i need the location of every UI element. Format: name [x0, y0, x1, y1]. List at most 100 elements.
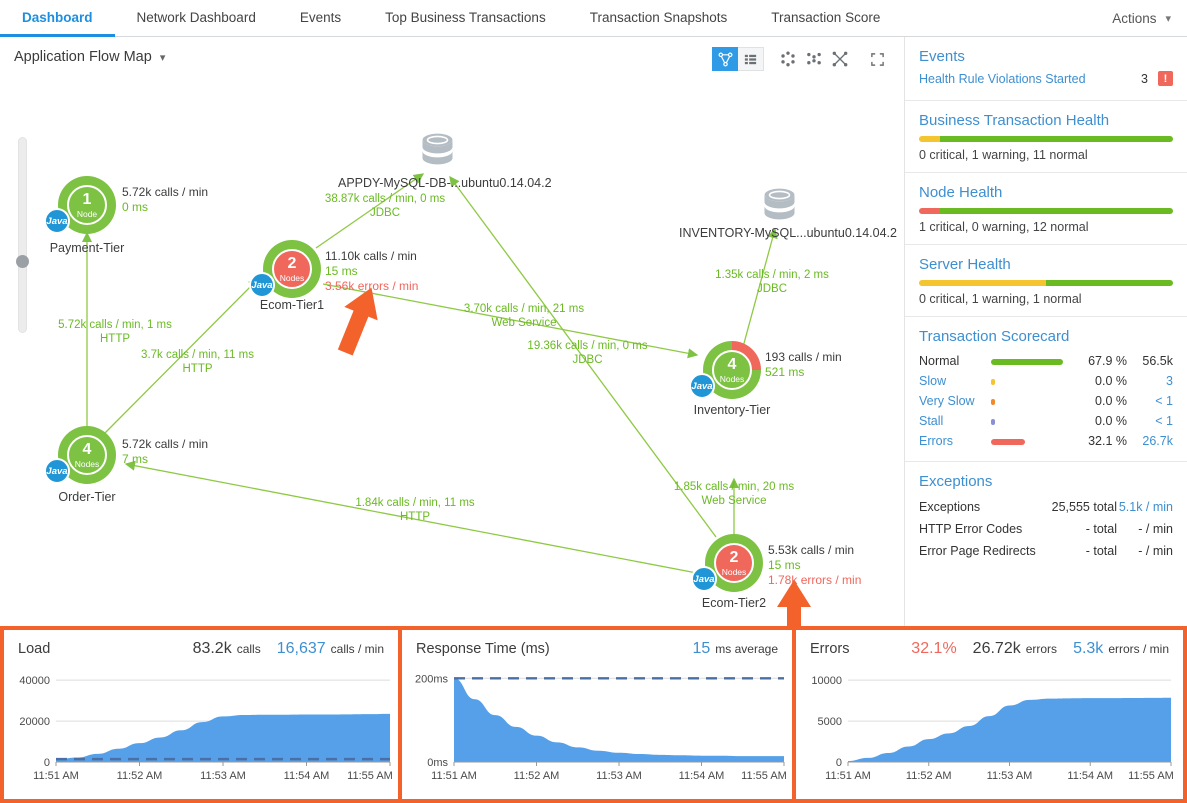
chart-y-tick-label: 40000: [19, 675, 50, 687]
tier-node-unit: Nodes: [719, 373, 745, 384]
tier-node-count: 1 Node: [67, 185, 107, 225]
chart-y-tick-label: 200ms: [415, 673, 449, 685]
tier-name-inventory: Inventory-Tier: [693, 403, 771, 417]
edge-metrics: 1.84k calls / min, 11 ms: [355, 497, 475, 509]
chart-metric-value: 15: [692, 640, 711, 657]
tab-dashboard[interactable]: Dashboard: [0, 0, 115, 37]
events-title[interactable]: Events: [919, 48, 1173, 65]
edge-metrics: 1.85k calls / min, 20 ms: [673, 481, 795, 493]
edge-protocol: HTTP: [399, 511, 431, 523]
tier-node-number: 4: [82, 440, 92, 458]
scorecard-label[interactable]: Errors: [919, 431, 991, 451]
chart-metric-unit: ms average: [715, 642, 778, 656]
server-health-section: Server Health 0 critical, 1 warning, 1 n…: [905, 245, 1187, 317]
event-name[interactable]: Health Rule Violations Started: [919, 72, 1141, 86]
exception-label: Exceptions: [919, 500, 981, 514]
tab-label: Transaction Score: [771, 9, 881, 25]
health-segment-normal: [1046, 280, 1173, 286]
edge-metrics: 5.72k calls / min, 1 ms: [58, 319, 172, 331]
scorecard-row: Very Slow 0.0 % < 1: [919, 391, 1173, 411]
chart-card-response-time[interactable]: Response Time (ms) 15 ms average 0ms 200ms 11…: [402, 630, 796, 799]
scorecard-row: Normal 67.9 % 56.5k: [919, 351, 1173, 371]
tier-stats-inventory: 193 calls / min 521 ms: [765, 350, 842, 380]
scorecard-bar: [991, 399, 995, 405]
chart-y-tick-label: 10000: [811, 675, 842, 687]
orange-arrow-callout-ecom1: [328, 281, 388, 364]
chart-plot-errors: 0 5000 10000 11:51 AM 11:52 AM 11:53 AM 11:54 …: [811, 675, 1173, 782]
java-agent-label: Java: [691, 380, 713, 392]
scorecard-label[interactable]: Stall: [919, 411, 991, 431]
tier-node-order[interactable]: 4 Nodes Java: [44, 426, 116, 484]
scorecard-value[interactable]: 3: [1127, 371, 1173, 391]
exceptions-row: Exceptions 25,555 total 5.1k / min: [919, 496, 1173, 518]
tier-node-count: 4 Nodes: [712, 350, 752, 390]
tier-response-time: 15 ms: [768, 558, 801, 572]
node-health-section: Node Health 1 critical, 0 warning, 12 no…: [905, 173, 1187, 245]
transaction-scorecard-section: Transaction Scorecard Normal 67.9 % 56.5…: [905, 317, 1187, 462]
transaction-scorecard-table: Normal 67.9 % 56.5k Slow 0.0 % 3 Very Sl…: [919, 351, 1173, 451]
event-row[interactable]: Health Rule Violations Started 3 !: [919, 71, 1173, 86]
tier-node-ecom1[interactable]: 2 Nodes Java: [249, 240, 321, 298]
chart-card-load[interactable]: Load 83.2k calls 16,637 calls / min 0 20000 400…: [4, 630, 402, 799]
chart-header-load: Load 83.2k calls 16,637 calls / min: [4, 640, 398, 662]
business-transaction-health-title[interactable]: Business Transaction Health: [919, 112, 1173, 129]
exception-rate[interactable]: 5.1k / min: [1117, 496, 1173, 518]
scorecard-label[interactable]: Very Slow: [919, 391, 991, 411]
chart-x-tick-label: 11:54 AM: [284, 770, 330, 782]
database-name-inventory-mysql: INVENTORY-MySQL...ubuntu0.14.04.2: [679, 226, 897, 240]
tier-node-inventory[interactable]: 4 Nodes Java: [689, 341, 761, 399]
chart-y-tick-label: 0ms: [427, 757, 448, 769]
tier-node-ecom2[interactable]: 2 Nodes Java: [691, 534, 763, 592]
scorecard-label[interactable]: Slow: [919, 371, 991, 391]
tab-transaction-snapshots[interactable]: Transaction Snapshots: [568, 0, 750, 37]
tab-events[interactable]: Events: [278, 0, 363, 37]
business-transaction-health-section: Business Transaction Health 0 critical, …: [905, 101, 1187, 173]
scorecard-label: Normal: [919, 354, 960, 368]
tier-node-unit: Nodes: [721, 566, 747, 577]
tab-label: Events: [299, 9, 342, 25]
server-health-title[interactable]: Server Health: [919, 256, 1173, 273]
tab-transaction-score[interactable]: Transaction Score: [749, 0, 902, 37]
event-count: 3: [1141, 71, 1148, 86]
tab-top-business-transactions[interactable]: Top Business Transactions: [363, 0, 568, 37]
chart-metric-unit: calls: [236, 642, 261, 656]
tier-response-time: 0 ms: [122, 200, 149, 214]
scorecard-value[interactable]: < 1: [1127, 391, 1173, 411]
scorecard-value[interactable]: 26.7k: [1127, 431, 1173, 451]
chevron-down-icon: ▾: [1165, 12, 1171, 25]
chart-card-errors[interactable]: Errors 32.1% 26.72k errors 5.3k errors / min 0…: [796, 630, 1183, 799]
chart-y-tick-label: 0: [836, 757, 842, 769]
tier-node-payment[interactable]: 1 Node Java: [44, 176, 116, 234]
database-icon: [422, 133, 453, 165]
exceptions-row: Error Page Redirects - total - / min: [919, 540, 1173, 562]
node-health-summary: 1 critical, 0 warning, 12 normal: [919, 220, 1089, 234]
exception-total: - total: [1085, 522, 1117, 536]
edge-label-ecom2-inventory: 1.85k calls / min, 20 ms Web Service: [654, 480, 814, 508]
business-transaction-health-bar: [919, 136, 1173, 142]
health-segment-normal: [938, 208, 1173, 214]
transaction-scorecard-title[interactable]: Transaction Scorecard: [919, 328, 1173, 345]
exceptions-row: HTTP Error Codes - total - / min: [919, 518, 1173, 540]
scorecard-row: Stall 0.0 % < 1: [919, 411, 1173, 431]
tier-calls: 11.10k calls / min: [325, 249, 417, 263]
node-health-title[interactable]: Node Health: [919, 184, 1173, 201]
scorecard-bar-cell: [991, 411, 1069, 431]
health-segment-warning: [919, 136, 941, 142]
chart-metric-unit: errors: [1025, 642, 1058, 656]
database-node-appdy-mysql[interactable]: [419, 132, 456, 177]
exception-rate: - / min: [1138, 544, 1173, 558]
tier-node-count: 4 Nodes: [67, 435, 107, 475]
exceptions-title[interactable]: Exceptions: [919, 473, 1173, 490]
scorecard-value[interactable]: < 1: [1127, 411, 1173, 431]
java-agent-badge: Java: [689, 373, 715, 399]
tier-node-number: 4: [727, 355, 737, 373]
edge-metrics: 3.70k calls / min, 21 ms: [463, 303, 585, 315]
tab-network-dashboard[interactable]: Network Dashboard: [115, 0, 278, 37]
chart-x-tick-label: 11:54 AM: [679, 770, 725, 782]
chart-x-tick-label: 11:53 AM: [200, 770, 246, 782]
scorecard-percent: 0.0 %: [1095, 374, 1127, 388]
tab-label: Transaction Snapshots: [589, 9, 728, 25]
right-sidebar: Events Health Rule Violations Started 3 …: [905, 37, 1187, 626]
actions-menu[interactable]: Actions ▾: [1100, 0, 1187, 36]
chart-metric-value: 16,637: [276, 640, 326, 657]
